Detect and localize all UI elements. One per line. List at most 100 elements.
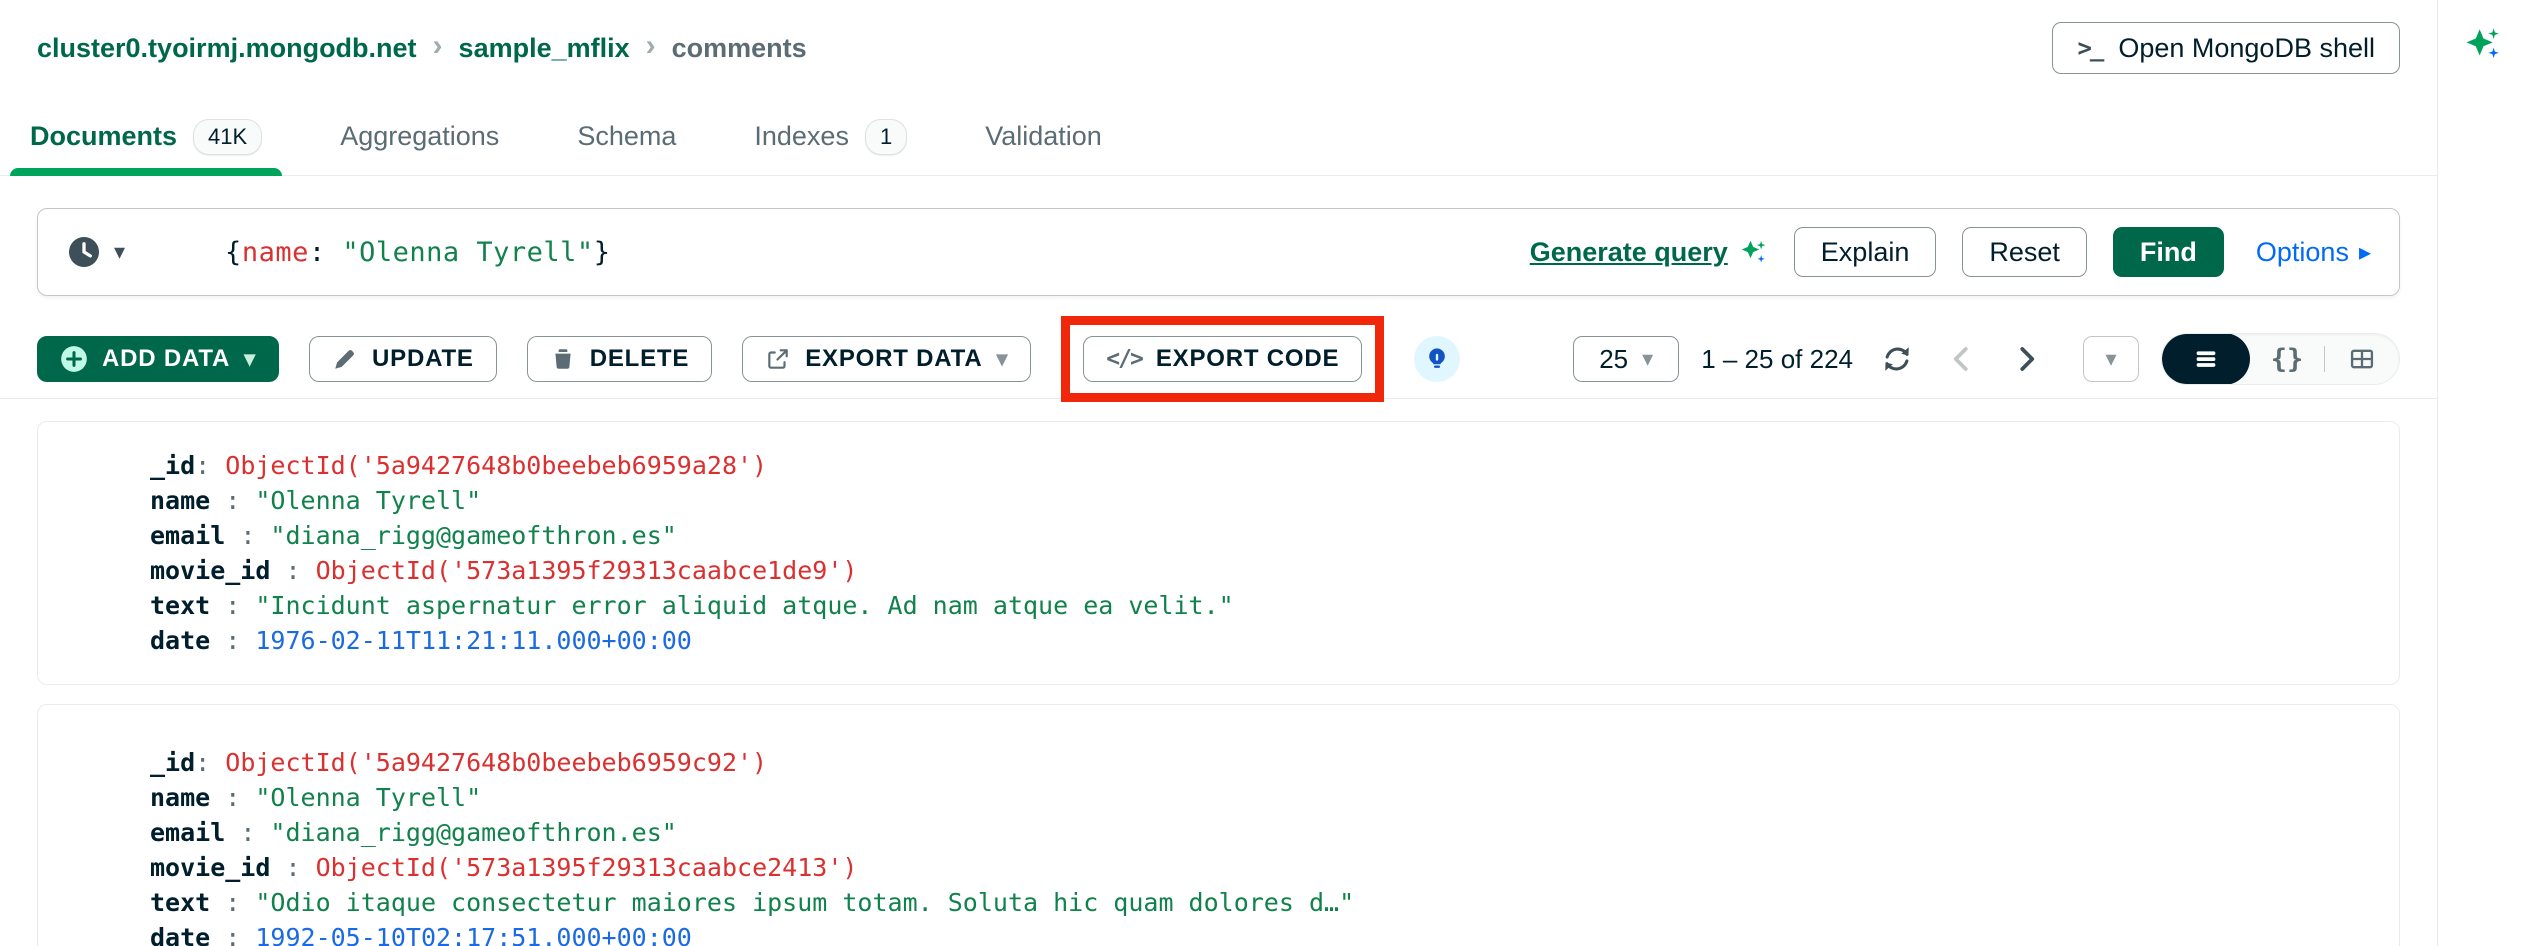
field-separator: : bbox=[210, 923, 255, 946]
export-data-label: EXPORT DATA bbox=[805, 345, 982, 373]
field-key: email bbox=[150, 818, 225, 847]
tab-documents[interactable]: Documents 41K bbox=[24, 98, 268, 175]
pagination-range: 1 – 25 of 224 bbox=[1701, 344, 1853, 375]
field-separator: : bbox=[225, 521, 270, 550]
export-code-highlight-box: </> EXPORT CODE bbox=[1061, 316, 1384, 402]
document-card[interactable]: _id: ObjectId('5a9427648b0beebeb6959a28'… bbox=[37, 421, 2400, 685]
trash-icon bbox=[550, 346, 576, 372]
tab-indexes-label: Indexes bbox=[754, 121, 849, 152]
generate-query-label: Generate query bbox=[1530, 237, 1728, 268]
query-actions: Generate query Explain Reset Find Option… bbox=[1530, 227, 2371, 277]
arrow-right-icon: ▸ bbox=[2359, 238, 2371, 267]
field-key: movie_id bbox=[150, 556, 270, 585]
caret-down-icon: ▾ bbox=[996, 348, 1008, 370]
explain-button[interactable]: Explain bbox=[1794, 227, 1937, 277]
tab-validation[interactable]: Validation bbox=[979, 98, 1108, 175]
query-bar-section: ▾ {name: "Olenna Tyrell"} Generate query… bbox=[37, 208, 2400, 296]
refresh-icon bbox=[1881, 343, 1913, 375]
export-data-button[interactable]: EXPORT DATA ▾ bbox=[742, 336, 1031, 382]
query-input[interactable]: {name: "Olenna Tyrell"} bbox=[225, 237, 610, 268]
prev-page-button[interactable] bbox=[1941, 344, 1983, 374]
field-separator: : bbox=[270, 556, 315, 585]
field-separator: : bbox=[210, 486, 255, 515]
json-view-toggle[interactable]: {} bbox=[2250, 333, 2324, 385]
expand-options-button[interactable]: ▾ bbox=[2083, 336, 2139, 382]
tab-indexes[interactable]: Indexes 1 bbox=[748, 98, 913, 175]
breadcrumb-cluster[interactable]: cluster0.tyoirmj.mongodb.net bbox=[37, 33, 417, 64]
tab-validation-label: Validation bbox=[985, 121, 1102, 152]
field-separator: : bbox=[210, 626, 255, 655]
header: cluster0.tyoirmj.mongodb.net › sample_mf… bbox=[0, 0, 2437, 74]
next-page-button[interactable] bbox=[2005, 344, 2047, 374]
chevron-right-icon bbox=[2011, 344, 2041, 374]
options-label: Options bbox=[2256, 237, 2349, 268]
field-value-string: "diana_rigg@gameofthron.es" bbox=[270, 818, 676, 847]
field-key: date bbox=[150, 923, 210, 946]
query-history-button[interactable]: ▾ bbox=[66, 234, 125, 270]
add-data-button[interactable]: ADD DATA ▾ bbox=[37, 336, 279, 382]
terminal-icon: >_ bbox=[2077, 34, 2102, 62]
field-key: email bbox=[150, 521, 225, 550]
field-key: name bbox=[150, 486, 210, 515]
document-card[interactable]: _id: ObjectId('5a9427648b0beebeb6959c92'… bbox=[37, 704, 2400, 946]
field-key: _id bbox=[150, 451, 195, 480]
toolbar-right-group: 25 ▾ 1 – 25 of 224 bbox=[1573, 333, 2400, 385]
hint-lightbulb-button[interactable] bbox=[1414, 336, 1460, 382]
list-view-toggle[interactable] bbox=[2162, 333, 2250, 385]
document-field: _id: ObjectId('5a9427648b0beebeb6959c92'… bbox=[150, 745, 2369, 780]
export-code-button[interactable]: </> EXPORT CODE bbox=[1083, 336, 1362, 382]
field-separator: : bbox=[195, 451, 225, 480]
field-value-string: "Incidunt aspernatur error aliquid atque… bbox=[255, 591, 1233, 620]
document-field: text : "Incidunt aspernatur error aliqui… bbox=[150, 588, 2369, 623]
tab-schema-label: Schema bbox=[577, 121, 676, 152]
lightbulb-icon bbox=[1424, 346, 1450, 372]
tab-schema[interactable]: Schema bbox=[571, 98, 682, 175]
query-bar: ▾ {name: "Olenna Tyrell"} Generate query… bbox=[37, 208, 2400, 296]
documents-toolbar: ADD DATA ▾ UPDATE DELETE bbox=[37, 316, 2400, 402]
documents-count-badge: 41K bbox=[193, 119, 262, 155]
refresh-button[interactable] bbox=[1875, 343, 1919, 375]
table-view-toggle[interactable] bbox=[2325, 333, 2399, 385]
options-toggle[interactable]: Options ▸ bbox=[2256, 237, 2371, 268]
ai-sparkle-icon[interactable] bbox=[2463, 24, 2505, 66]
delete-button[interactable]: DELETE bbox=[527, 336, 712, 382]
document-field: email : "diana_rigg@gameofthron.es" bbox=[150, 815, 2369, 850]
caret-down-icon: ▾ bbox=[1642, 348, 1653, 370]
field-value-date: 1992-05-10T02:17:51.000+00:00 bbox=[255, 923, 692, 946]
tab-aggregations[interactable]: Aggregations bbox=[334, 98, 505, 175]
generate-query-link[interactable]: Generate query bbox=[1530, 237, 1768, 268]
find-button[interactable]: Find bbox=[2113, 227, 2224, 277]
active-tab-underline bbox=[10, 168, 282, 176]
update-button[interactable]: UPDATE bbox=[309, 336, 497, 382]
caret-down-icon: ▾ bbox=[244, 348, 256, 370]
field-separator: : bbox=[270, 853, 315, 882]
field-separator: : bbox=[210, 888, 255, 917]
document-field: name : "Olenna Tyrell" bbox=[150, 780, 2369, 815]
chevron-left-icon bbox=[1947, 344, 1977, 374]
field-key: text bbox=[150, 888, 210, 917]
open-mongodb-shell-button[interactable]: >_ Open MongoDB shell bbox=[2052, 22, 2400, 74]
indexes-count-badge: 1 bbox=[865, 119, 907, 155]
tab-documents-label: Documents bbox=[30, 121, 177, 152]
view-switcher: {} bbox=[2161, 333, 2400, 385]
document-field: text : "Odio itaque consectetur maiores … bbox=[150, 885, 2369, 920]
collection-tabbar: Documents 41K Aggregations Schema Indexe… bbox=[0, 98, 2437, 176]
field-separator: : bbox=[195, 748, 225, 777]
field-value-objectid: ObjectId('573a1395f29313caabce1de9') bbox=[316, 556, 858, 585]
breadcrumb: cluster0.tyoirmj.mongodb.net › sample_mf… bbox=[37, 31, 807, 65]
toolbar-left-group: ADD DATA ▾ UPDATE DELETE bbox=[37, 316, 1460, 402]
field-separator: : bbox=[225, 818, 270, 847]
pencil-icon bbox=[332, 346, 358, 372]
query-token: : bbox=[309, 237, 343, 268]
breadcrumb-database[interactable]: sample_mflix bbox=[459, 33, 630, 64]
document-field: movie_id : ObjectId('573a1395f29313caabc… bbox=[150, 553, 2369, 588]
field-separator: : bbox=[210, 783, 255, 812]
page-size-value: 25 bbox=[1599, 344, 1628, 375]
json-view-icon: {} bbox=[2271, 344, 2304, 375]
plus-circle-icon bbox=[60, 345, 88, 373]
page-size-select[interactable]: 25 ▾ bbox=[1573, 336, 1679, 382]
field-value-objectid: ObjectId('573a1395f29313caabce2413') bbox=[316, 853, 858, 882]
reset-button[interactable]: Reset bbox=[1962, 227, 2087, 277]
field-value-objectid: ObjectId('5a9427648b0beebeb6959a28') bbox=[225, 451, 767, 480]
list-view-icon bbox=[2192, 345, 2220, 373]
